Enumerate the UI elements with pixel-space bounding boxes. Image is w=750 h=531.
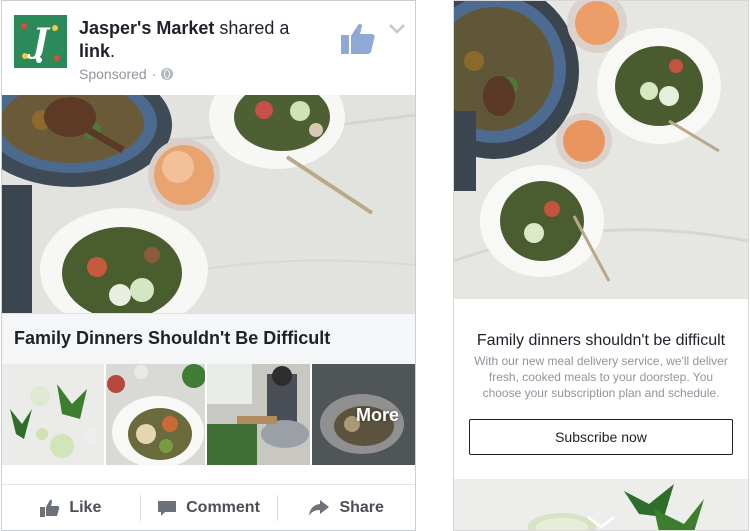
feed-ad-card: J Jasper's Market shared a link. Sponsor…	[1, 0, 416, 531]
post-actions: Like Comment Share	[2, 484, 415, 530]
carousel-card-4[interactable]: More	[312, 364, 415, 465]
shared-text: shared a	[219, 18, 290, 38]
ad-hero-image[interactable]	[2, 95, 415, 313]
share-label: Share	[339, 498, 384, 516]
sponsored-row: Sponsored ·	[79, 66, 174, 82]
like-button[interactable]: Like	[2, 485, 140, 530]
link-word[interactable]: link	[79, 41, 110, 61]
canvas-title: Family dinners shouldn't be difficult	[476, 332, 726, 349]
chevron-down-icon[interactable]	[387, 21, 407, 35]
post-headline: Jasper's Market shared a link.	[79, 17, 329, 63]
carousel-card-3[interactable]	[207, 364, 310, 465]
ad-carousel: More	[2, 364, 415, 465]
globe-icon	[161, 68, 174, 80]
carousel-card-1[interactable]	[2, 364, 104, 465]
post-header: J Jasper's Market shared a link. Sponsor…	[2, 1, 415, 95]
canvas-hero-image	[454, 1, 748, 299]
ad-title-bar[interactable]: Family Dinners Shouldn't Be Difficult	[2, 313, 415, 364]
carousel-card-2[interactable]	[106, 364, 205, 465]
canvas-body-text: With our new meal delivery service, we'l…	[474, 354, 728, 400]
like-label: Like	[69, 498, 102, 516]
canvas-preview: Family dinners shouldn't be difficult Wi…	[453, 0, 749, 531]
ad-preview-stage: J Jasper's Market shared a link. Sponsor…	[0, 0, 750, 531]
headline-period: .	[110, 41, 116, 61]
subscribe-button[interactable]: Subscribe now	[469, 419, 733, 455]
avatar-logo-letter: J	[32, 21, 49, 61]
comment-icon	[158, 500, 177, 516]
like-thumb-icon	[40, 499, 60, 517]
share-button[interactable]: Share	[277, 485, 415, 530]
page-name-link[interactable]: Jasper's Market	[79, 18, 214, 38]
comment-button[interactable]: Comment	[139, 485, 278, 530]
canvas-bottom-image	[454, 479, 748, 530]
sponsored-separator: ·	[151, 66, 157, 82]
comment-label: Comment	[186, 498, 260, 516]
page-avatar[interactable]: J	[14, 15, 67, 68]
share-arrow-icon	[309, 499, 330, 516]
thumbs-up-icon[interactable]	[340, 21, 376, 55]
carousel-more-label: More	[355, 405, 399, 425]
ad-headline: Family Dinners Shouldn't Be Difficult	[14, 328, 331, 348]
sponsored-label[interactable]: Sponsored	[79, 66, 147, 82]
